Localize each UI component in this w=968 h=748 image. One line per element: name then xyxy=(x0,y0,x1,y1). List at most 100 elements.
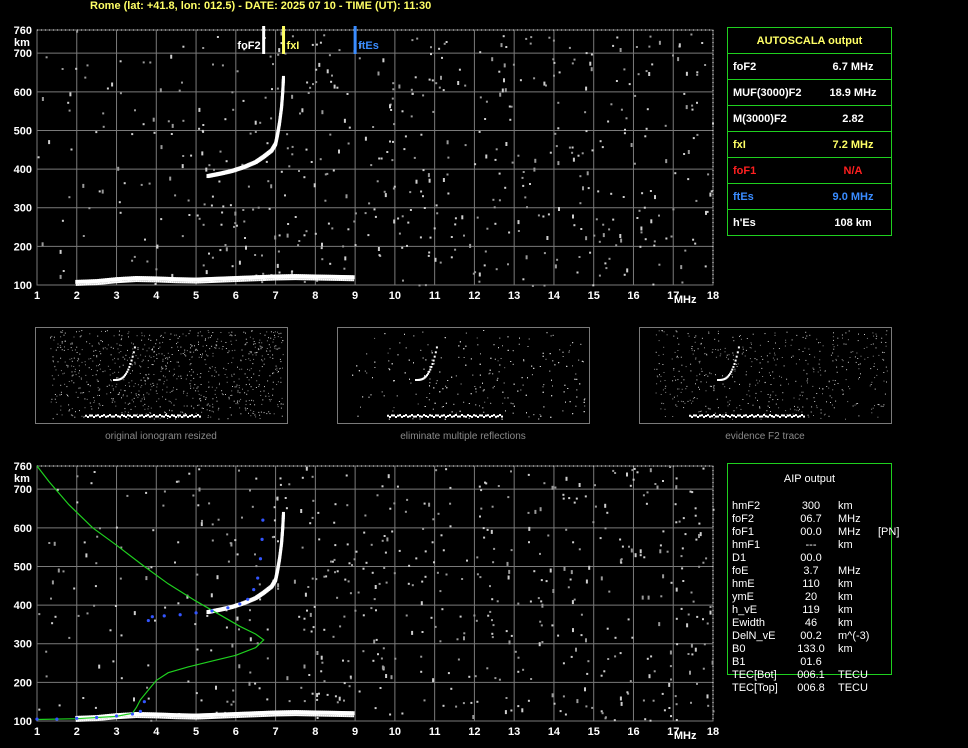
y-tick-label: 200 xyxy=(14,677,32,689)
es_layer-echo-point xyxy=(274,278,277,281)
thumbnail-noise xyxy=(675,330,677,332)
noise-dot xyxy=(357,591,360,594)
thumbnail-echo xyxy=(155,415,157,418)
noise-dot xyxy=(439,640,442,643)
thumbnail-echo xyxy=(169,415,171,418)
thumbnail-noise xyxy=(760,356,762,357)
y-tick-label: 760 xyxy=(14,461,32,473)
thumbnail-noise xyxy=(63,372,65,374)
noise-dot xyxy=(291,270,294,273)
thumbnail-noise xyxy=(872,407,874,409)
thumbnail-noise xyxy=(102,347,104,349)
thumbnail-noise xyxy=(715,374,716,376)
noise-dot xyxy=(249,609,251,612)
thumbnail-noise xyxy=(143,394,145,396)
thumbnail-noise xyxy=(498,371,500,373)
noise-dot xyxy=(580,228,583,230)
es_layer-echo-point xyxy=(133,280,136,283)
thumbnail-noise xyxy=(149,355,151,357)
thumbnail-noise xyxy=(258,342,260,344)
thumbnail-noise xyxy=(773,348,775,350)
noise-dot xyxy=(219,150,222,153)
thumbnail-noise xyxy=(212,406,214,408)
thumbnail-noise xyxy=(54,365,56,367)
noise-dot xyxy=(480,489,483,492)
noise-dot xyxy=(648,72,651,76)
es_layer-echo-point xyxy=(264,714,267,717)
thumbnail-noise xyxy=(724,386,726,388)
thumbnail-echo xyxy=(171,414,173,417)
thumbnail-noise xyxy=(193,351,195,353)
thumbnail-noise xyxy=(94,400,95,402)
thumbnail-noise xyxy=(854,356,856,358)
noise-dot xyxy=(310,630,313,633)
thumbnail-noise xyxy=(874,405,875,407)
noise-dot xyxy=(445,41,448,43)
noise-dot xyxy=(529,183,531,185)
thumbnail-noise xyxy=(173,404,175,406)
noise-dot xyxy=(415,179,418,184)
thumbnail-noise xyxy=(233,381,235,383)
thumbnail-noise xyxy=(804,347,806,349)
thumbnail-noise xyxy=(268,344,270,346)
noise-dot xyxy=(409,209,412,211)
noise-dot xyxy=(41,242,44,247)
thumbnail-noise xyxy=(199,331,201,333)
aip-value: 20 xyxy=(804,591,818,603)
fit-blue-point xyxy=(138,709,142,713)
noise-dot xyxy=(333,521,336,524)
noise-dot xyxy=(450,687,453,690)
thumbnail-noise xyxy=(277,404,279,406)
noise-dot xyxy=(364,136,367,141)
aip-extra xyxy=(878,604,908,617)
noise-dot xyxy=(680,555,683,558)
thumbnail-noise xyxy=(69,409,71,411)
noise-dot xyxy=(663,709,666,712)
noise-dot xyxy=(82,235,85,237)
thumbnail-noise xyxy=(756,379,758,381)
noise-dot xyxy=(147,664,150,667)
es_layer-echo-point xyxy=(81,719,84,722)
noise-dot xyxy=(685,105,688,110)
thumbnail-noise xyxy=(106,330,108,332)
thumbnail-noise xyxy=(705,374,707,375)
thumbnail-noise xyxy=(159,417,161,419)
thumbnail-noise xyxy=(479,363,481,365)
noise-dot xyxy=(249,489,251,492)
noise-dot xyxy=(262,272,265,275)
thumbnail-noise xyxy=(127,349,128,351)
noise-dot xyxy=(482,527,485,530)
noise-dot xyxy=(606,627,609,630)
autoscala-value: N/A xyxy=(843,164,863,177)
thumbnail-noise xyxy=(68,404,70,406)
noise-dot xyxy=(675,485,678,490)
noise-dot xyxy=(205,167,208,172)
noise-dot xyxy=(542,215,545,218)
aip-value: 110 xyxy=(802,578,820,590)
thumbnail-noise xyxy=(152,382,154,384)
thumbnail-noise xyxy=(96,355,98,357)
thumbnail-noise xyxy=(455,412,457,414)
thumbnail-echo xyxy=(769,414,771,417)
noise-dot xyxy=(684,249,687,252)
noise-dot xyxy=(384,551,387,554)
thumbnail-noise xyxy=(698,411,700,413)
thumbnail-noise xyxy=(660,380,662,382)
thumbnail-noise xyxy=(732,359,734,361)
noise-dot xyxy=(266,698,269,701)
thumbnail-noise xyxy=(383,395,385,397)
thumbnail-noise xyxy=(819,369,821,371)
thumbnail-noise xyxy=(245,384,247,386)
thumbnail-noise xyxy=(79,336,81,338)
noise-dot xyxy=(711,660,714,665)
thumbnail-echo xyxy=(493,414,495,417)
thumbnail-noise xyxy=(169,391,171,393)
thumbnail-noise xyxy=(213,411,214,413)
thumbnail-noise xyxy=(352,374,354,376)
noise-dot xyxy=(377,653,379,656)
thumbnail-noise xyxy=(362,396,364,398)
thumbnail-noise xyxy=(806,380,808,382)
thumbnail-noise xyxy=(828,380,830,382)
thumbnail-echo xyxy=(489,415,491,418)
es_layer-echo-point xyxy=(280,278,283,281)
